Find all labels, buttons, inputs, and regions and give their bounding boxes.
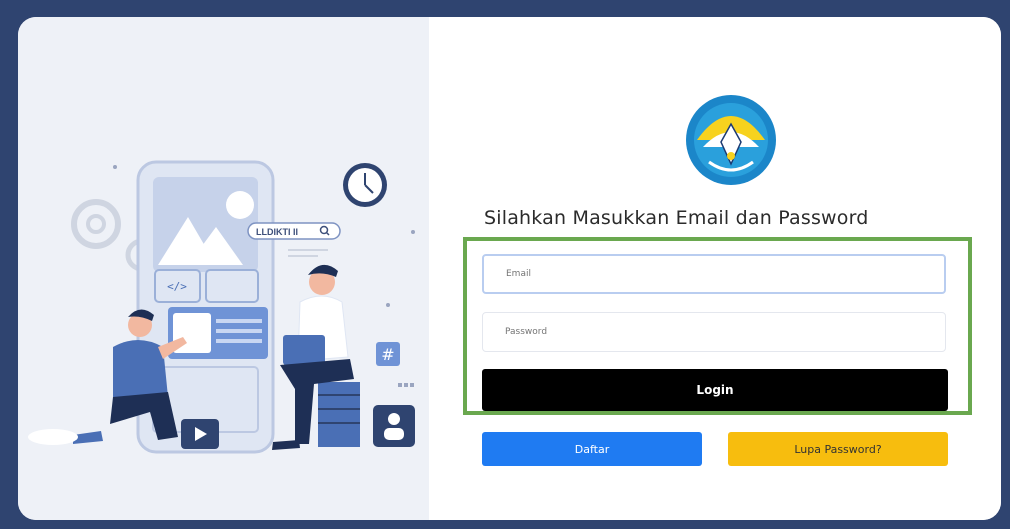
login-button[interactable]: Login [482,369,948,411]
login-card: </> LLDIKTI II # Silahkan Masukkan Email… [18,17,1001,520]
user-icon [373,405,415,447]
search-chip-label: LLDIKTI II [256,227,298,237]
page-title: Silahkan Masukkan Email dan Password [484,207,869,229]
password-input[interactable] [482,312,946,352]
play-icon [181,419,219,449]
tut-wuri-handayani-logo [686,95,776,185]
svg-text:#: # [381,345,394,364]
forgot-password-button[interactable]: Lupa Password? [728,432,948,466]
code-icon: </> [167,280,187,293]
illustration: </> LLDIKTI II # [28,160,415,454]
register-button[interactable]: Daftar [482,432,702,466]
email-input[interactable] [482,254,946,294]
clock-icon [343,163,387,207]
illustration-panel: </> LLDIKTI II # [18,17,429,520]
hash-icon: # [376,342,400,366]
login-panel: Silahkan Masukkan Email dan Password Log… [429,17,1001,520]
